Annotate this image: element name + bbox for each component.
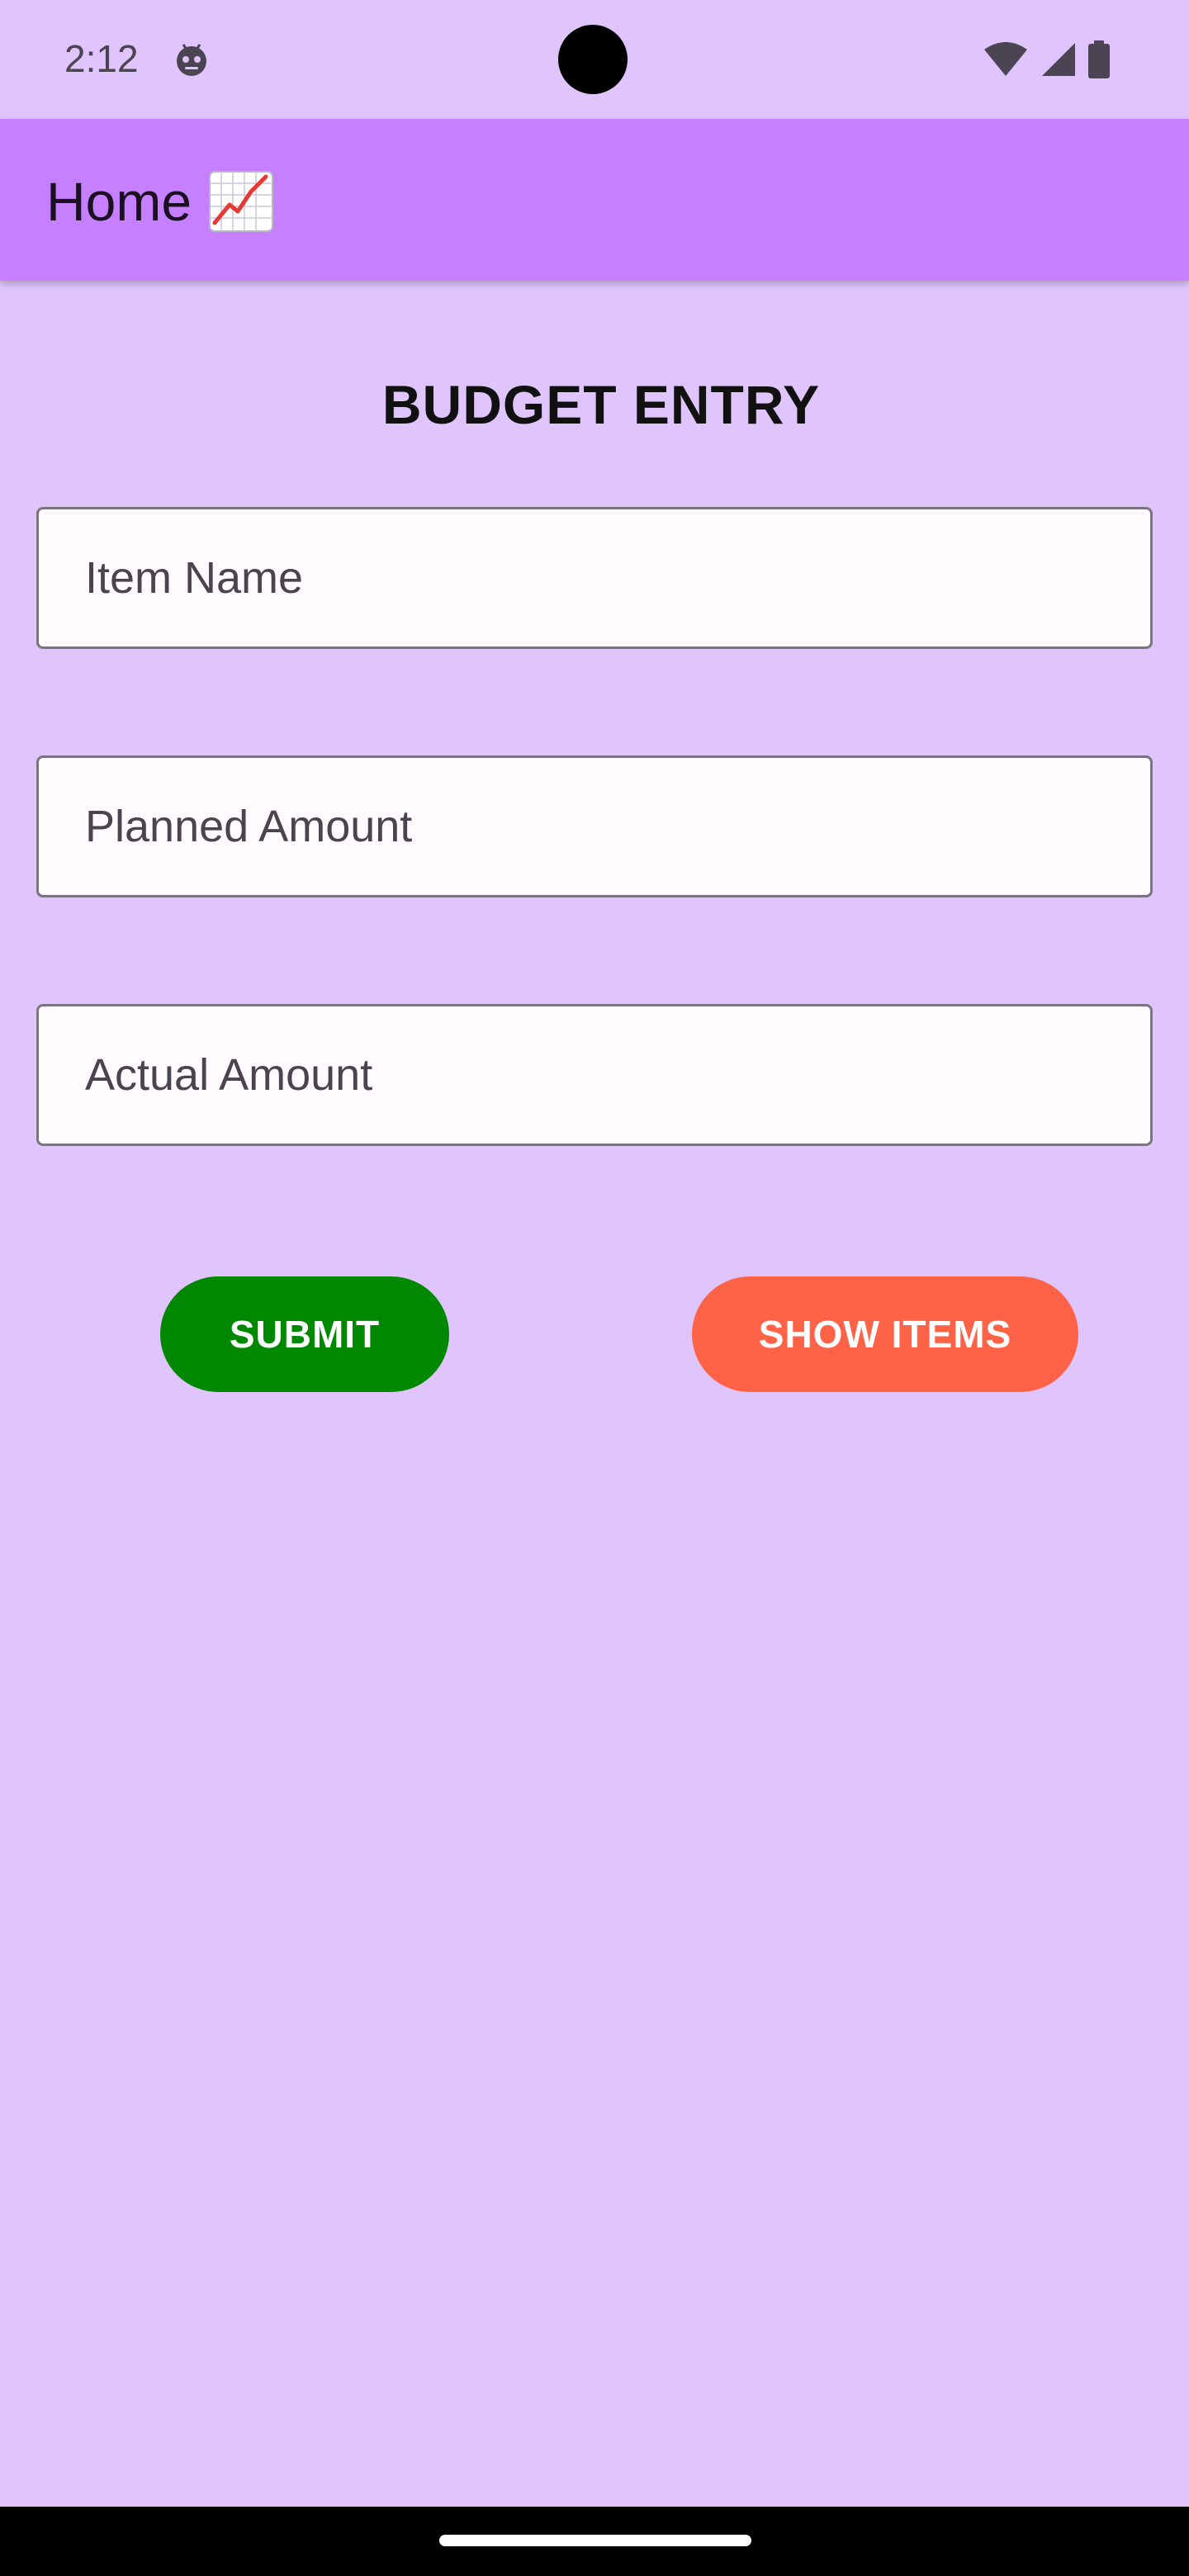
status-bar: 2:12 xyxy=(0,0,1189,119)
cellular-signal-icon xyxy=(1040,41,1077,78)
actual-amount-field[interactable] xyxy=(36,1004,1153,1146)
navigation-bar xyxy=(0,2507,1189,2576)
planned-amount-field[interactable] xyxy=(36,755,1153,897)
app-bar: Home xyxy=(0,119,1189,281)
submit-button[interactable]: SUBMIT xyxy=(160,1276,449,1392)
android-debug-icon xyxy=(172,40,211,79)
item-name-field[interactable] xyxy=(36,507,1153,649)
wifi-icon xyxy=(983,41,1029,78)
item-name-input[interactable] xyxy=(39,509,1150,646)
page-heading: BUDGET ENTRY xyxy=(381,374,821,435)
app-title: Home xyxy=(46,168,274,234)
planned-amount-input[interactable] xyxy=(39,758,1150,895)
chart-increasing-icon xyxy=(208,168,274,234)
actual-amount-input[interactable] xyxy=(39,1006,1150,1144)
status-time: 2:12 xyxy=(64,37,139,80)
status-icons xyxy=(983,40,1110,79)
battery-icon xyxy=(1088,40,1110,78)
camera-cutout xyxy=(558,25,628,94)
home-gesture-handle[interactable] xyxy=(439,2535,751,2546)
show-items-button[interactable]: SHOW ITEMS xyxy=(692,1276,1078,1392)
app-title-text: Home xyxy=(46,171,192,232)
